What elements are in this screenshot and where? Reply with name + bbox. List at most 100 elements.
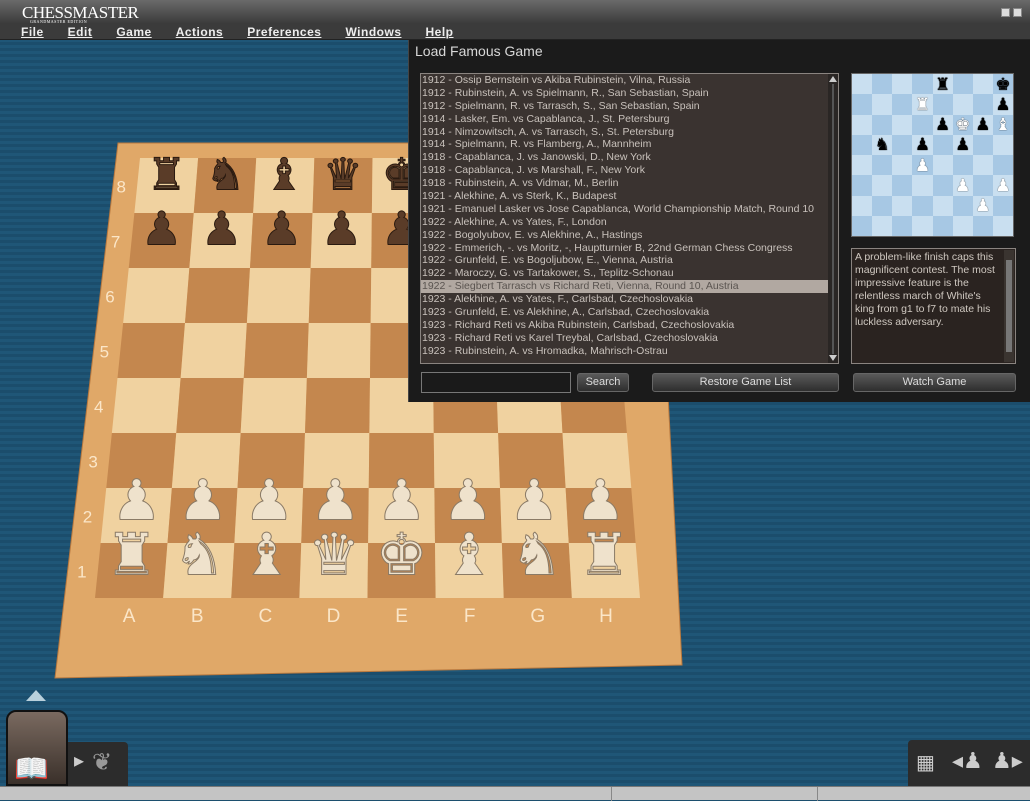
- board-square[interactable]: [180, 323, 247, 378]
- play-arrow-icon[interactable]: ▸: [74, 748, 84, 773]
- game-list-item[interactable]: 1923 - Grunfeld, E. vs Alekhine, A., Car…: [421, 306, 838, 319]
- game-list-item[interactable]: 1923 - Richard Reti vs Karel Treybal, Ca…: [421, 332, 838, 345]
- game-list-item[interactable]: 1918 - Capablanca, J. vs Marshall, F., N…: [421, 164, 838, 177]
- game-list-item[interactable]: 1922 - Grunfeld, E. vs Bogoljubow, E., V…: [421, 254, 838, 267]
- menu-windows[interactable]: Windows: [345, 24, 401, 39]
- restore-game-list-button[interactable]: Restore Game List: [652, 373, 839, 392]
- board-square[interactable]: [240, 378, 307, 433]
- white-rook[interactable]: ♜: [578, 522, 631, 588]
- board-square[interactable]: [117, 323, 186, 378]
- menu-actions[interactable]: Actions: [176, 24, 224, 39]
- description-scrollbar[interactable]: [1004, 250, 1014, 362]
- white-king[interactable]: ♚: [375, 522, 428, 588]
- board-square[interactable]: [306, 323, 371, 378]
- white-bishop[interactable]: ♝: [443, 522, 496, 588]
- preview-square: [992, 134, 1013, 155]
- black-pawn-icon: ♟: [914, 135, 931, 155]
- menu-preferences[interactable]: Preferences: [247, 24, 321, 39]
- preview-square: [932, 175, 953, 196]
- game-list-item[interactable]: 1923 - Alekhine, A. vs Yates, F., Carlsb…: [421, 293, 838, 306]
- preview-square: [872, 175, 893, 196]
- black-pawn[interactable]: ♟: [200, 202, 242, 255]
- list-scrollbar[interactable]: [828, 74, 838, 363]
- preview-square: [872, 114, 893, 135]
- game-list-item[interactable]: 1912 - Spielmann, R. vs Tarrasch, S., Sa…: [421, 100, 838, 113]
- board-icon[interactable]: ▦: [916, 750, 935, 775]
- white-queen[interactable]: ♛: [308, 522, 361, 588]
- black-pawn[interactable]: ♟: [320, 202, 362, 255]
- status-bar: [0, 786, 1030, 801]
- game-list-item[interactable]: 1912 - Rubinstein, A. vs Spielmann, R., …: [421, 87, 838, 100]
- laurel-icon[interactable]: ❦: [92, 748, 112, 777]
- rank-label: 5: [100, 343, 109, 362]
- book-tab[interactable]: 📖: [6, 710, 68, 786]
- preview-square: [992, 215, 1013, 236]
- scroll-up-icon[interactable]: [829, 76, 837, 82]
- preview-square: [932, 94, 953, 115]
- white-bishop[interactable]: ♝: [240, 522, 293, 588]
- search-input[interactable]: [421, 372, 571, 393]
- black-knight[interactable]: ♞: [205, 150, 245, 200]
- white-knight[interactable]: ♞: [510, 522, 563, 588]
- game-list-item[interactable]: 1921 - Alekhine, A. vs Sterk, K., Budape…: [421, 190, 838, 203]
- preview-square: [912, 175, 933, 196]
- preview-square: [872, 195, 893, 216]
- previous-piece-icon[interactable]: ◂♟: [952, 748, 983, 774]
- preview-square: [932, 134, 953, 155]
- maximize-icon[interactable]: [1013, 8, 1022, 17]
- game-list-item[interactable]: 1914 - Spielmann, R. vs Flamberg, A., Ma…: [421, 138, 838, 151]
- game-list-item[interactable]: 1918 - Rubinstein, A. vs Vidmar, M., Ber…: [421, 177, 838, 190]
- board-square[interactable]: [123, 268, 190, 323]
- board-square[interactable]: [305, 378, 370, 433]
- board-square[interactable]: [111, 378, 181, 433]
- board-square[interactable]: [243, 323, 309, 378]
- game-list-item[interactable]: 1922 - Emmerich, -. vs Moritz, -, Hauptt…: [421, 242, 838, 255]
- preview-square: [932, 195, 953, 216]
- game-list-item[interactable]: 1923 - Rubinstein, A. vs Hromadka, Mahri…: [421, 345, 838, 358]
- search-button[interactable]: Search: [577, 373, 629, 392]
- board-square[interactable]: [176, 378, 244, 433]
- black-pawn[interactable]: ♟: [140, 202, 182, 255]
- preview-square: [852, 114, 873, 135]
- board-square[interactable]: [246, 268, 311, 323]
- game-list-item[interactable]: 1922 - Bogolyubov, E. vs Alekhine, A., H…: [421, 229, 838, 242]
- menu-game[interactable]: Game: [116, 24, 151, 39]
- preview-square: ♟: [972, 114, 993, 135]
- black-bishop[interactable]: ♝: [264, 150, 304, 200]
- black-king-icon: ♚: [995, 74, 1011, 94]
- white-pawn-icon: ♟: [995, 175, 1011, 195]
- preview-square: ♟: [952, 134, 973, 155]
- black-queen[interactable]: ♛: [323, 150, 363, 200]
- white-knight[interactable]: ♞: [173, 522, 226, 588]
- watch-game-button[interactable]: Watch Game: [853, 373, 1016, 392]
- game-list-item[interactable]: 1914 - Lasker, Em. vs Capablanca, J., St…: [421, 113, 838, 126]
- game-list-item[interactable]: 1914 - Nimzowitsch, A. vs Tarrasch, S., …: [421, 126, 838, 139]
- game-list-item[interactable]: 1922 - Siegbert Tarrasch vs Richard Reti…: [421, 280, 838, 294]
- preview-square: [992, 195, 1013, 216]
- scroll-down-icon[interactable]: [829, 355, 837, 361]
- board-square[interactable]: [185, 268, 250, 323]
- next-piece-icon[interactable]: ♟▸: [992, 748, 1023, 774]
- expand-up-icon[interactable]: [26, 690, 46, 701]
- black-pawn[interactable]: ♟: [260, 202, 302, 255]
- book-icon: 📖: [14, 753, 49, 784]
- white-rook[interactable]: ♜: [105, 522, 158, 588]
- game-list-item[interactable]: 1918 - Capablanca, J. vs Janowski, D., N…: [421, 151, 838, 164]
- menu-file[interactable]: File: [21, 24, 44, 39]
- file-label: C: [258, 606, 272, 627]
- minimize-icon[interactable]: [1001, 8, 1010, 17]
- black-pawn-icon: ♟: [975, 115, 991, 135]
- game-list-item[interactable]: 1922 - Alekhine, A. vs Yates, F., London: [421, 216, 838, 229]
- menu-help[interactable]: Help: [426, 24, 454, 39]
- game-list-item[interactable]: 1922 - Maroczy, G. vs Tartakower, S., Te…: [421, 267, 838, 280]
- menu-bar: File Edit Game Actions Preferences Windo…: [0, 24, 1030, 40]
- game-list-item[interactable]: 1921 - Emanuel Lasker vs Jose Capablanca…: [421, 203, 838, 216]
- menu-edit[interactable]: Edit: [68, 24, 93, 39]
- board-square[interactable]: [308, 268, 372, 323]
- preview-square: [852, 155, 873, 176]
- black-rook[interactable]: ♜: [146, 150, 186, 200]
- game-list[interactable]: 1912 - Ossip Bernstein vs Akiba Rubinste…: [420, 73, 839, 364]
- game-list-item[interactable]: 1912 - Ossip Bernstein vs Akiba Rubinste…: [421, 74, 838, 87]
- game-list-item[interactable]: 1923 - Richard Reti vs Akiba Rubinstein,…: [421, 319, 838, 332]
- preview-square: [992, 155, 1013, 176]
